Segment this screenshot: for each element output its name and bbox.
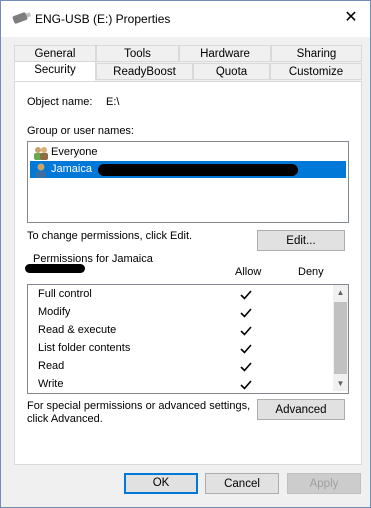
window-title: ENG-USB (E:) Properties: [35, 12, 171, 26]
tab-strip: General Tools Hardware Sharing Security …: [14, 45, 362, 81]
list-item-jamaica[interactable]: Jamaica: [30, 161, 346, 178]
cancel-button[interactable]: Cancel: [205, 473, 279, 494]
ok-button[interactable]: OK: [124, 473, 198, 494]
title-bar[interactable]: ENG-USB (E:) Properties ✕: [1, 1, 370, 37]
permission-row: Write: [38, 378, 64, 390]
users-group-icon: [34, 147, 48, 160]
allow-check-icon: [240, 326, 252, 336]
list-item-label: Everyone: [51, 146, 98, 158]
tab-readyboost[interactable]: ReadyBoost: [96, 63, 193, 80]
deny-column-header: Deny: [298, 266, 324, 278]
allow-check-icon: [240, 344, 252, 354]
tab-customize[interactable]: Customize: [270, 63, 362, 80]
allow-check-icon: [240, 290, 252, 300]
edit-button[interactable]: Edit...: [257, 230, 345, 251]
allow-check-icon: [240, 362, 252, 372]
tab-tools[interactable]: Tools: [96, 45, 179, 62]
permissions-scrollbar[interactable]: ▲ ▼: [333, 285, 348, 391]
security-panel: Object name: E:\ Group or user names: Ev…: [14, 81, 362, 465]
permissions-list[interactable]: Full control Modify Read & execute List …: [27, 284, 349, 394]
redaction-mark: [98, 164, 298, 176]
permission-row: List folder contents: [38, 342, 131, 354]
object-name-value: E:\: [106, 96, 120, 108]
properties-window: ENG-USB (E:) Properties ✕ General Tools …: [0, 0, 371, 508]
allow-column-header: Allow: [235, 266, 262, 278]
user-icon: [36, 163, 46, 178]
scroll-up-icon[interactable]: ▲: [333, 285, 348, 300]
change-permissions-text: To change permissions, click Edit.: [27, 230, 193, 242]
special-permissions-text: For special permissions or advanced sett…: [27, 400, 251, 412]
permission-row: Read & execute: [38, 324, 117, 336]
allow-check-icon: [240, 308, 252, 318]
group-names-label: Group or user names:: [27, 125, 134, 137]
redaction-mark: [25, 264, 85, 273]
tab-sharing[interactable]: Sharing: [271, 45, 362, 62]
permission-row: Read: [38, 360, 65, 372]
close-icon[interactable]: ✕: [342, 9, 360, 27]
special-permissions-text-2: click Advanced.: [27, 413, 103, 425]
tab-hardware[interactable]: Hardware: [179, 45, 271, 62]
tab-quota[interactable]: Quota: [193, 63, 270, 80]
scroll-down-icon[interactable]: ▼: [333, 376, 348, 391]
permission-row: Modify: [38, 306, 71, 318]
permission-row: Full control: [38, 288, 92, 300]
scroll-thumb[interactable]: [334, 302, 347, 374]
tab-general[interactable]: General: [14, 45, 96, 62]
group-user-list[interactable]: Everyone Jamaica: [27, 141, 349, 223]
object-name-label: Object name:: [27, 96, 93, 108]
apply-button[interactable]: Apply: [287, 473, 361, 494]
tab-security[interactable]: Security: [14, 61, 96, 81]
advanced-button[interactable]: Advanced: [257, 399, 345, 420]
list-item-everyone[interactable]: Everyone: [30, 144, 346, 161]
allow-check-icon: [240, 380, 252, 390]
list-item-label: Jamaica: [51, 163, 92, 175]
usb-drive-icon: [12, 11, 28, 25]
